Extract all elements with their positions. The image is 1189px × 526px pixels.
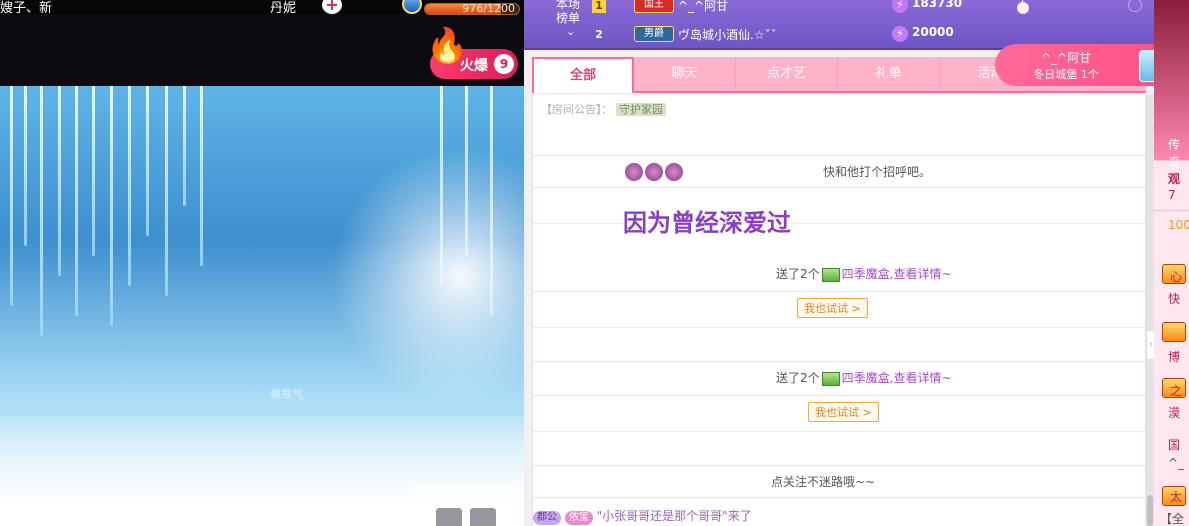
streamer-name[interactable]: 丹妮 <box>270 0 296 16</box>
divider <box>533 187 1145 188</box>
follow-reminder: 点关注不迷路哦~~ <box>771 475 876 489</box>
strip-text: 7 <box>1168 188 1176 202</box>
live-stream-view[interactable]: 佛寒气 嫂子、新 丹妮 + 976/1200 🔥 火爆 9 <box>0 0 524 526</box>
chat-scrollbar[interactable] <box>1146 95 1154 526</box>
divider <box>533 395 1145 396</box>
strip-text: 100 <box>1168 218 1189 232</box>
divider <box>533 291 1145 292</box>
strip-text: 博 <box>1168 350 1181 364</box>
gift-message: 送了2个 四季魔盒,查看详情~ <box>776 265 952 282</box>
fullscreen-icon[interactable] <box>436 508 462 526</box>
hot-count: 9 <box>494 54 514 74</box>
strip-text: 【全 <box>1160 512 1185 526</box>
volume-icon[interactable] <box>470 508 496 526</box>
bolt-icon: ⚡ <box>892 26 908 42</box>
king-badge: 国王 <box>634 0 674 13</box>
strip-text: 传奇 <box>1168 138 1181 169</box>
gift-user-pill[interactable]: ^_^阿甘 冬日城堡 1个 <box>995 44 1175 86</box>
tab-chat[interactable]: 聊天 <box>634 57 736 91</box>
chevron-down-icon[interactable]: ⌄ <box>566 25 575 38</box>
ranking-board: 本场榜单 1 国王 ^_^阿甘 ⚡ 183730 ⌄ 2 男爵 ヴ岛城小酒仙.☆… <box>524 0 1154 50</box>
scroll-thumb[interactable] <box>1147 495 1153 526</box>
stream-scene: 佛寒气 <box>0 86 524 526</box>
rank-number: 1 <box>592 0 606 13</box>
rank-badge: 郡公 <box>533 511 561 525</box>
gift-message: 送了2个 四季魔盒,查看详情~ <box>776 369 952 386</box>
fan-badge: 侬宝 <box>564 511 593 525</box>
song-overlay-title: 因为曾经深爱过 <box>623 209 791 237</box>
stream-controls <box>412 484 524 526</box>
hot-badge[interactable]: 🔥 火爆 9 <box>426 29 518 79</box>
strip-text: ^_ <box>1168 456 1185 470</box>
baron-badge: 男爵 <box>634 26 674 42</box>
divider <box>533 431 1145 432</box>
gift-detail-link[interactable]: 四季魔盒,查看详情~ <box>842 371 952 385</box>
bolt-icon: ⚡ <box>892 0 908 13</box>
strip-text: 观 <box>1168 172 1181 186</box>
gift-user-name: ^_^阿甘 <box>1040 51 1092 65</box>
gift-user-sub: 冬日城堡 1个 <box>1033 68 1099 81</box>
gift-detail-link[interactable]: 四季魔盒,查看详情~ <box>842 267 952 281</box>
stream-top-text: 嫂子、新 <box>0 1 53 16</box>
rank-number: 2 <box>595 28 603 41</box>
strip-text: 快 <box>1168 292 1181 306</box>
strip-text: 国 <box>1168 438 1181 452</box>
greet-message: 快和他打个招呼吧。 <box>823 165 932 179</box>
rank-score: 20000 <box>912 25 954 39</box>
chat-message-list[interactable]: 【房间公告】： 守护家园 快和他打个招呼吧。 送了2个 四季魔盒,查看详情~ 我也… <box>532 95 1146 526</box>
entry-message: 郡公 侬宝 "小张哥哥还是那个哥哥"来了 <box>533 507 1145 526</box>
follow-plus-button[interactable]: + <box>322 0 342 14</box>
gift-box-icon <box>821 371 840 386</box>
divider <box>533 465 1145 466</box>
divider <box>533 155 1145 156</box>
try-too-button[interactable]: 我也试试 > <box>797 298 868 318</box>
hot-label: 火爆 <box>460 58 488 74</box>
gift-prefix: 送了2个 <box>776 267 820 281</box>
divider <box>533 361 1145 362</box>
notice-label: 【房间公告】： <box>541 103 613 116</box>
divider <box>533 327 1145 328</box>
tab-request-talent[interactable]: 点才艺 <box>736 57 838 91</box>
stream-faint-label: 佛寒气 <box>270 388 303 401</box>
lantern-icon <box>1014 0 1032 20</box>
xp-progress-bar: 976/1200 <box>424 3 520 15</box>
tab-all[interactable]: 全部 <box>532 57 634 93</box>
gift-box-icon <box>821 267 840 282</box>
xp-progress-text: 976/1200 <box>462 3 515 15</box>
try-too-button[interactable]: 我也试试 > <box>808 402 879 422</box>
strip-text: 漠 <box>1168 406 1181 420</box>
entry-text: "小张哥哥还是那个哥哥"来了 <box>596 509 752 523</box>
room-notice: 【房间公告】： 守护家园 <box>541 101 666 117</box>
strip-text: 太 <box>1170 490 1183 504</box>
divider <box>533 497 1145 498</box>
medal-icon <box>1162 322 1186 342</box>
right-side-strip: 传奇 观 7 100 心 快 博 之 漠 国 ^_ 太 【全 <box>1154 0 1189 526</box>
song-overlay-dots <box>623 161 685 186</box>
ranking-row[interactable]: 1 国王 ^_^阿甘 ⚡ 183730 <box>524 0 1154 18</box>
strip-text: 心 <box>1170 270 1183 284</box>
rank-score: 183730 <box>912 0 963 10</box>
rank-user-name: ^_^阿甘 <box>678 0 729 13</box>
gift-prefix: 送了2个 <box>776 371 820 385</box>
tab-gift-list[interactable]: 礼单 <box>838 57 940 91</box>
strip-text: 之 <box>1170 384 1183 398</box>
notice-tag: 守护家园 <box>616 103 666 116</box>
rank-user-name: ヴ岛城小酒仙.☆ˇˇ <box>678 28 777 42</box>
